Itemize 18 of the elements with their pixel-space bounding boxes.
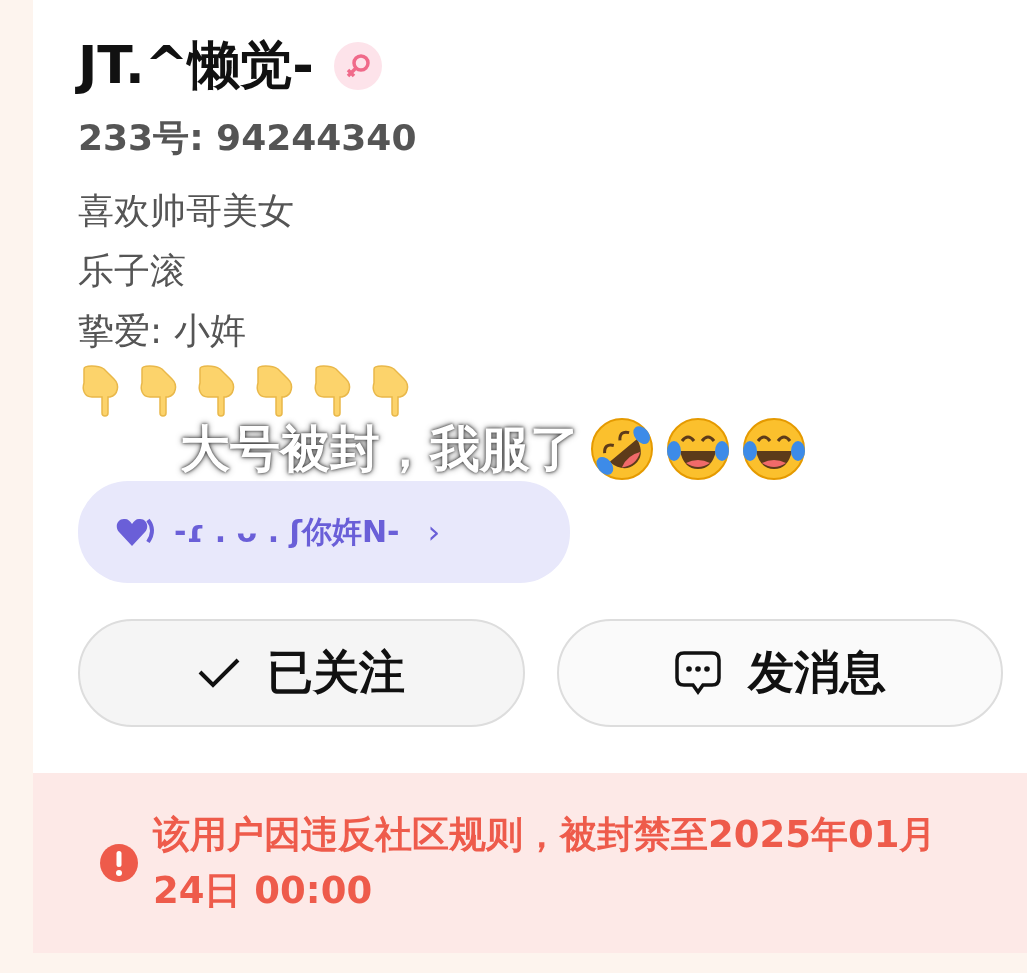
female-symbol-icon bbox=[333, 42, 382, 90]
relation-name: -ɾ . ᴗ . ʃ你姩N- bbox=[174, 512, 400, 551]
following-button[interactable]: 已关注 bbox=[78, 619, 525, 727]
relation-pill[interactable]: -ɾ . ᴗ . ʃ你姩N- › bbox=[78, 481, 570, 583]
message-button[interactable]: 发消息 bbox=[556, 619, 1003, 727]
bio-line: 乐子滚 bbox=[78, 249, 187, 293]
rolling-laughing-face-icon bbox=[588, 415, 656, 483]
chat-bubble-icon bbox=[673, 650, 722, 696]
ban-message: 该用户因违反社区规则，被封禁至2025年01月24日 00:00 bbox=[153, 812, 938, 914]
bio-line: 喜欢帅哥美女 bbox=[78, 189, 295, 233]
exclamation-icon bbox=[99, 843, 139, 883]
caption-text: 大号被封，我服了 bbox=[180, 418, 580, 480]
bio-line: 挚爱: 小姩 bbox=[78, 309, 247, 353]
check-icon bbox=[197, 656, 242, 690]
laughing-tears-face-icon bbox=[740, 415, 808, 483]
chevron: › bbox=[427, 513, 441, 551]
laughing-tears-face-icon bbox=[664, 415, 732, 483]
user-id: 233号: 94244340 bbox=[78, 116, 418, 160]
